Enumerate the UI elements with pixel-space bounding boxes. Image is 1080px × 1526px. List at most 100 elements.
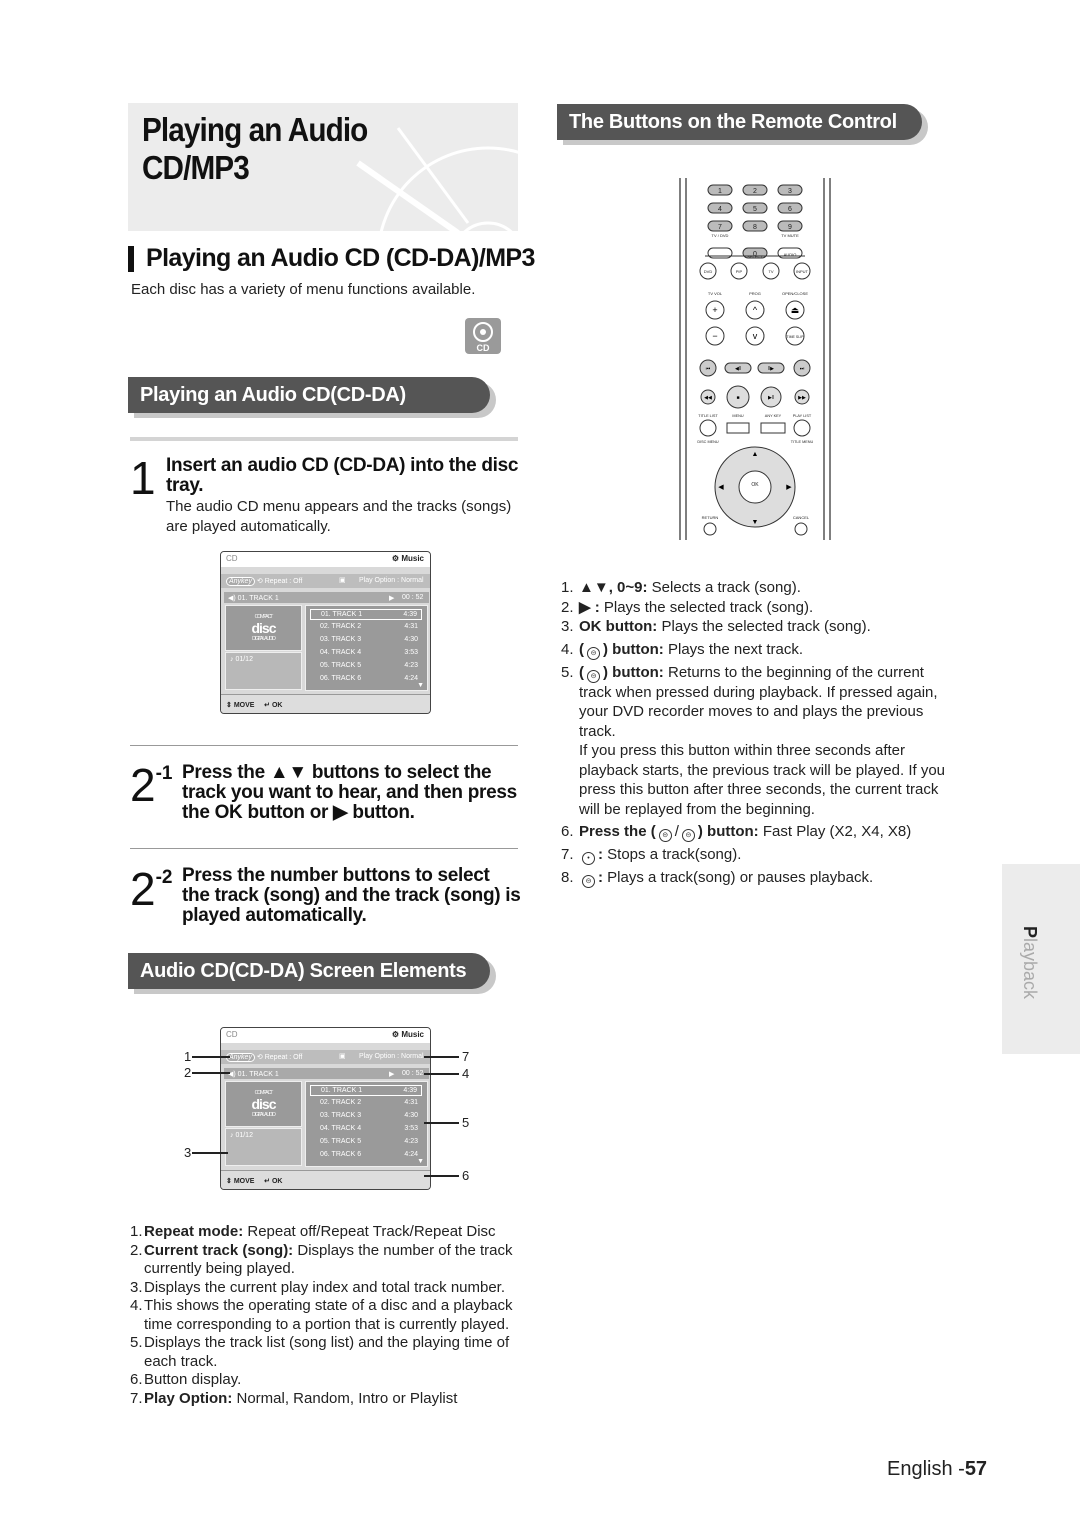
mode-label: ⚙ Music bbox=[391, 1030, 424, 1039]
disc-type: CD bbox=[226, 1030, 238, 1039]
button-glyph[interactable]: ■ bbox=[736, 395, 739, 401]
tab-initial: P bbox=[1020, 926, 1040, 939]
track-row[interactable]: 04. TRACK 4 3:53 bbox=[310, 1124, 422, 1135]
list-item: 3. Displays the current play index and to… bbox=[130, 1279, 525, 1298]
disc-menu-label: DISC MENU bbox=[697, 440, 719, 444]
screen-header: CD ⚙ Music bbox=[221, 552, 430, 567]
button-label[interactable]: 3 bbox=[788, 188, 792, 195]
tv-vol-label: TV VOL bbox=[708, 291, 723, 296]
index-text: 01/12 bbox=[235, 1132, 253, 1139]
button-label[interactable]: 8 bbox=[753, 224, 757, 231]
track-row[interactable]: 04. TRACK 4 3:53 bbox=[310, 648, 422, 659]
button-label[interactable]: 5 bbox=[753, 206, 757, 213]
item-text: Displays the track list (song list) and … bbox=[144, 1334, 525, 1371]
current-track: 01. TRACK 1 bbox=[237, 595, 279, 602]
screen-header: CD ⚙ Music bbox=[221, 1028, 430, 1043]
track-time: 4:30 bbox=[404, 636, 418, 643]
remote-control: 1 2 34 5 67 8 90 AUDIOTV / DVD TV MUTESELECTDVD P… bbox=[679, 178, 831, 540]
track-name: 02. TRACK 2 bbox=[320, 623, 362, 630]
track-name: 04. TRACK 4 bbox=[320, 1125, 362, 1132]
menu-button[interactable] bbox=[726, 422, 750, 434]
track-row[interactable]: 06. TRACK 6 4:24 bbox=[310, 674, 422, 685]
item-number: 2. bbox=[130, 1241, 143, 1259]
anykey-badge: Anykey bbox=[226, 1053, 255, 1062]
item-prefix: ( bbox=[579, 663, 584, 681]
button-glyph[interactable]: ▶‖ bbox=[768, 395, 774, 401]
button-glyph[interactable]: ⏭ bbox=[800, 366, 805, 372]
title-list-button[interactable] bbox=[699, 419, 717, 437]
track-row[interactable]: 01. TRACK 1 4:39 bbox=[310, 1085, 422, 1096]
item-prefix: Press the ( bbox=[579, 823, 656, 840]
arrow-icon: ◀ bbox=[718, 484, 724, 491]
track-row[interactable]: 03. TRACK 3 4:30 bbox=[310, 635, 422, 646]
cancel-button[interactable] bbox=[794, 522, 808, 536]
play-list-button[interactable] bbox=[793, 419, 811, 437]
button-label[interactable]: PIP bbox=[736, 269, 743, 274]
return-label: RETURN bbox=[702, 515, 719, 520]
move-label: MOVE bbox=[233, 702, 255, 709]
skip-next-icon: ⊝ bbox=[587, 646, 600, 660]
item-label: ) button: bbox=[603, 663, 664, 681]
track-time: 4:39 bbox=[403, 1087, 417, 1094]
divider bbox=[130, 848, 518, 849]
button-label[interactable]: INPUT bbox=[796, 269, 809, 274]
item-number: 4. bbox=[130, 1297, 143, 1314]
button-glyph[interactable]: + bbox=[712, 305, 717, 315]
play-list-label: PLAY LIST bbox=[793, 414, 812, 418]
track-row[interactable]: 02. TRACK 2 4:31 bbox=[310, 622, 422, 633]
item-desc: Displays the current play index and tota… bbox=[144, 1278, 506, 1296]
item-desc: Plays a track(song) or pauses playback. bbox=[603, 869, 874, 886]
track-row[interactable]: 06. TRACK 6 4:24 bbox=[310, 1150, 422, 1161]
skip-previous-icon: ⊝ bbox=[587, 669, 600, 683]
any-key-button[interactable] bbox=[760, 422, 786, 434]
track-row[interactable]: 05. TRACK 5 4:23 bbox=[310, 1137, 422, 1148]
track-row[interactable]: 05. TRACK 5 4:23 bbox=[310, 661, 422, 672]
return-button[interactable] bbox=[703, 522, 717, 536]
button-glyph[interactable]: − bbox=[712, 331, 717, 341]
item-text: ▶ : Plays the selected track (song). bbox=[579, 598, 813, 618]
item-text: Press the (⊝ / ⊝) button: Fast Play (X2, X… bbox=[579, 823, 912, 842]
remote-buttons-list: 1. ▲▼, 0~9: Selects a track (song). 2. ▶ : … bbox=[561, 578, 951, 888]
callout-line bbox=[424, 1056, 459, 1058]
button-label[interactable]: 1 bbox=[718, 188, 722, 195]
button-label[interactable]: 4 bbox=[718, 206, 722, 213]
track-list: 01. TRACK 1 4:39 02. TRACK 2 4:31 03. TRACK … bbox=[305, 605, 428, 691]
item-number: 3. bbox=[130, 1278, 143, 1296]
section-title: Playing an Audio CD (CD-DA)/MP3 bbox=[146, 244, 535, 272]
ok-label: OK bbox=[271, 1178, 283, 1185]
button-label[interactable]: TV bbox=[768, 269, 773, 274]
title-block: Playing an Audio CD/MP3 bbox=[128, 103, 518, 231]
cd-disc-badge: CD bbox=[465, 318, 501, 354]
button-glyph[interactable]: ▶▶ bbox=[798, 395, 806, 401]
button-label[interactable]: 6 bbox=[788, 206, 792, 213]
button-glyph[interactable]: ◀‖ bbox=[735, 366, 741, 372]
button-label[interactable]: 7 bbox=[718, 224, 722, 231]
track-row[interactable]: 01. TRACK 1 4:39 bbox=[310, 609, 422, 620]
select-label: SELECT bbox=[747, 254, 763, 259]
track-name: 04. TRACK 4 bbox=[320, 649, 362, 656]
list-item: 5. (⊝) button: Returns to the beginning o… bbox=[561, 663, 951, 820]
item-label: ▶ : bbox=[579, 598, 600, 616]
track-row[interactable]: 03. TRACK 3 4:30 bbox=[310, 1111, 422, 1122]
callout-line bbox=[192, 1152, 228, 1154]
item-text: Displays the current play index and tota… bbox=[144, 1279, 505, 1298]
list-item: 6. Button display. bbox=[130, 1371, 525, 1390]
button-glyph[interactable]: ⏏ bbox=[791, 305, 800, 315]
item-desc: Plays the selected track (song). bbox=[657, 618, 871, 635]
title-menu-label: TITLE MENU bbox=[791, 440, 814, 444]
button-label[interactable]: 9 bbox=[788, 224, 792, 231]
button-glyph[interactable]: v bbox=[753, 331, 758, 341]
button-label[interactable]: DVD bbox=[704, 269, 713, 274]
callout-number: 5 bbox=[462, 1115, 470, 1130]
button-glyph[interactable]: ‖▶ bbox=[768, 366, 774, 372]
tab-label: layback bbox=[1020, 938, 1040, 1000]
side-tab-playback[interactable]: Playback bbox=[1002, 864, 1080, 1054]
scroll-down-icon: ▼ bbox=[417, 682, 424, 689]
step-1-heading: Insert an audio CD (CD-DA) into the disc… bbox=[166, 455, 519, 496]
list-item: 3. OK button: Plays the selected track (s… bbox=[561, 617, 951, 637]
button-glyph[interactable]: ⏮ bbox=[706, 366, 711, 372]
track-row[interactable]: 02. TRACK 2 4:31 bbox=[310, 1098, 422, 1109]
item-number: 1. bbox=[130, 1223, 143, 1240]
button-label[interactable]: 2 bbox=[753, 188, 757, 195]
button-glyph[interactable]: ◀◀ bbox=[704, 395, 712, 401]
